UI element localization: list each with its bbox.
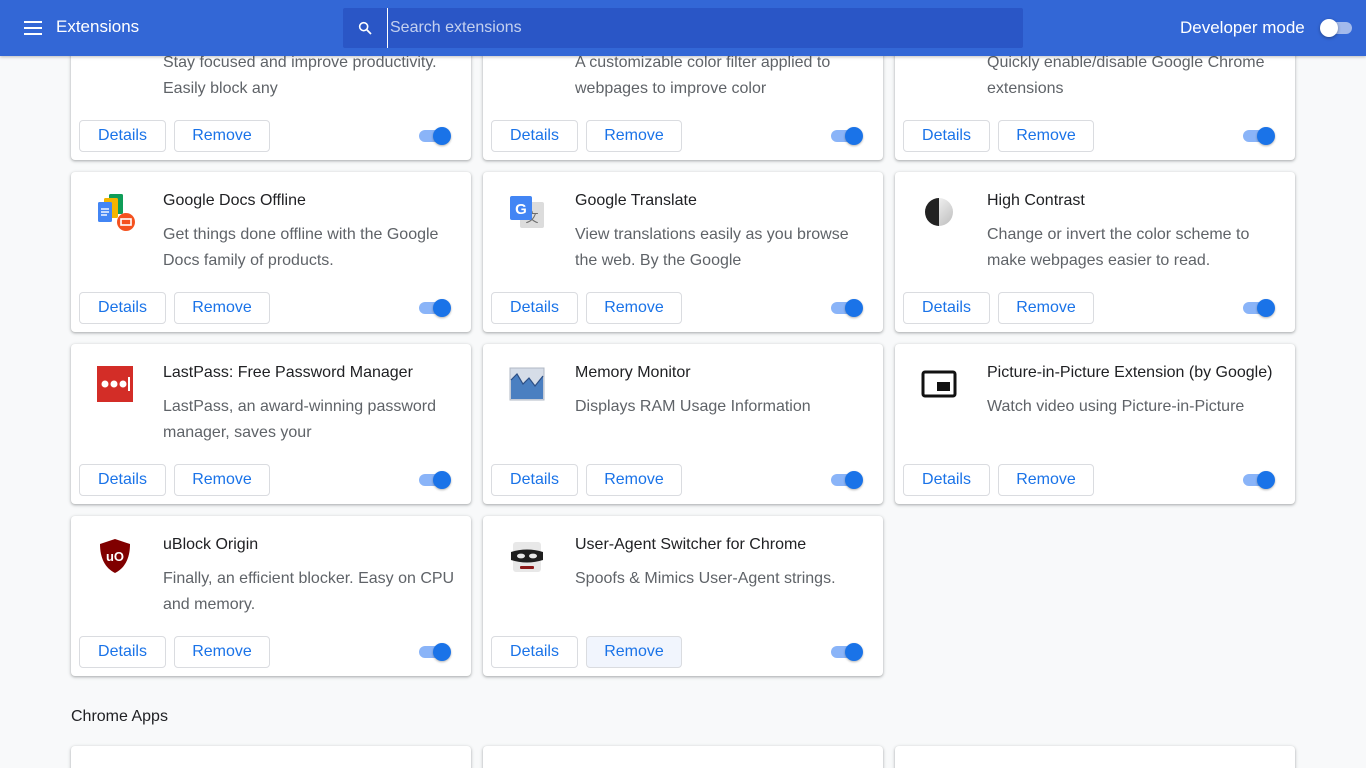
extension-name: Picture-in-Picture Extension (by Google): [987, 364, 1273, 381]
extension-name: uBlock Origin: [163, 536, 259, 553]
extension-card-ublock-origin: uO uBlock Origin Finally, an efficient b…: [71, 516, 471, 676]
extension-description: Spoofs & Mimics User-Agent strings.: [575, 570, 836, 587]
extension-card-picture-in-picture: Picture-in-Picture Extension (by Google)…: [895, 344, 1295, 504]
extension-description: Finally, an efficient blocker. Easy on C…: [163, 570, 455, 613]
picture-in-picture-icon: [921, 370, 957, 398]
chrome-apps-heading: Chrome Apps: [71, 708, 168, 725]
extension-description: A customizable color filter applied to w…: [575, 54, 831, 97]
enable-toggle[interactable]: [1243, 298, 1277, 318]
developer-mode-toggle[interactable]: [1320, 19, 1352, 37]
remove-button[interactable]: Remove: [174, 636, 270, 668]
extension-name: Google Docs Offline: [163, 192, 306, 209]
ublock-origin-icon: uO: [100, 539, 130, 573]
app-card: [483, 746, 883, 768]
extension-description: View translations easily as you browse t…: [575, 226, 849, 269]
remove-button[interactable]: Remove: [586, 120, 682, 152]
remove-button[interactable]: Remove: [174, 120, 270, 152]
memory-monitor-icon: [509, 367, 545, 401]
enable-toggle[interactable]: [1243, 126, 1277, 146]
remove-button[interactable]: Remove: [174, 292, 270, 324]
remove-button[interactable]: Remove: [174, 464, 270, 496]
enable-toggle[interactable]: [831, 298, 865, 318]
enable-toggle[interactable]: [419, 642, 453, 662]
remove-button[interactable]: Remove: [998, 464, 1094, 496]
details-button[interactable]: Details: [491, 120, 578, 152]
remove-button[interactable]: Remove: [998, 120, 1094, 152]
extension-description: Change or invert the color scheme to mak…: [987, 226, 1250, 269]
details-button[interactable]: Details: [79, 636, 166, 668]
lastpass-icon: [97, 366, 133, 402]
extension-card-google-translate: 文 G Google Translate View translations e…: [483, 172, 883, 332]
search-input[interactable]: [387, 8, 1007, 48]
remove-button[interactable]: Remove: [586, 636, 682, 668]
high-contrast-icon: [925, 198, 953, 226]
details-button[interactable]: Details: [903, 464, 990, 496]
details-button[interactable]: Details: [903, 120, 990, 152]
details-button[interactable]: Details: [79, 292, 166, 324]
extension-name: High Contrast: [987, 192, 1085, 209]
enable-toggle[interactable]: [1243, 470, 1277, 490]
extension-name: Google Translate: [575, 192, 697, 209]
page-title: Extensions: [56, 17, 140, 36]
svg-text:G: G: [515, 201, 527, 218]
enable-toggle[interactable]: [831, 470, 865, 490]
extension-card-google-docs-offline: Google Docs Offline Get things done offl…: [71, 172, 471, 332]
search-box[interactable]: [343, 8, 1023, 48]
details-button[interactable]: Details: [79, 464, 166, 496]
enable-toggle[interactable]: [831, 126, 865, 146]
extension-name: Memory Monitor: [575, 364, 691, 381]
details-button[interactable]: Details: [491, 636, 578, 668]
app-card: [71, 746, 471, 768]
remove-button[interactable]: Remove: [998, 292, 1094, 324]
extension-description: Stay focused and improve productivity. E…: [163, 54, 437, 97]
remove-button[interactable]: Remove: [586, 464, 682, 496]
svg-text:uO: uO: [106, 549, 124, 564]
menu-icon[interactable]: [18, 14, 50, 42]
extension-card-memory-monitor: Memory Monitor Displays RAM Usage Inform…: [483, 344, 883, 504]
extension-description: Get things done offline with the Google …: [163, 226, 439, 269]
details-button[interactable]: Details: [903, 292, 990, 324]
extension-card-user-agent-switcher: User-Agent Switcher for Chrome Spoofs & …: [483, 516, 883, 676]
extension-description: LastPass, an award-winning password mana…: [163, 398, 437, 441]
user-agent-switcher-icon: [511, 542, 543, 572]
remove-button[interactable]: Remove: [586, 292, 682, 324]
enable-toggle[interactable]: [419, 126, 453, 146]
details-button[interactable]: Details: [79, 120, 166, 152]
extension-description: Displays RAM Usage Information: [575, 398, 811, 415]
app-card: [895, 746, 1295, 768]
extension-card-lastpass: LastPass: Free Password Manager LastPass…: [71, 344, 471, 504]
enable-toggle[interactable]: [831, 642, 865, 662]
enable-toggle[interactable]: [419, 470, 453, 490]
search-icon: [358, 21, 372, 35]
enable-toggle[interactable]: [419, 298, 453, 318]
extension-description: Watch video using Picture-in-Picture: [987, 398, 1245, 415]
extension-name: User-Agent Switcher for Chrome: [575, 536, 807, 553]
extension-description: Quickly enable/disable Google Chrome ext…: [987, 54, 1265, 97]
google-docs-offline-icon: [98, 194, 135, 231]
extensions-toolbar: Extensions Developer mode: [0, 0, 1366, 56]
extension-card-high-contrast: High Contrast Change or invert the color…: [895, 172, 1295, 332]
developer-mode-label: Developer mode: [1180, 18, 1305, 37]
details-button[interactable]: Details: [491, 292, 578, 324]
details-button[interactable]: Details: [491, 464, 578, 496]
extension-name: LastPass: Free Password Manager: [163, 364, 413, 381]
google-translate-icon: 文 G: [510, 196, 544, 228]
